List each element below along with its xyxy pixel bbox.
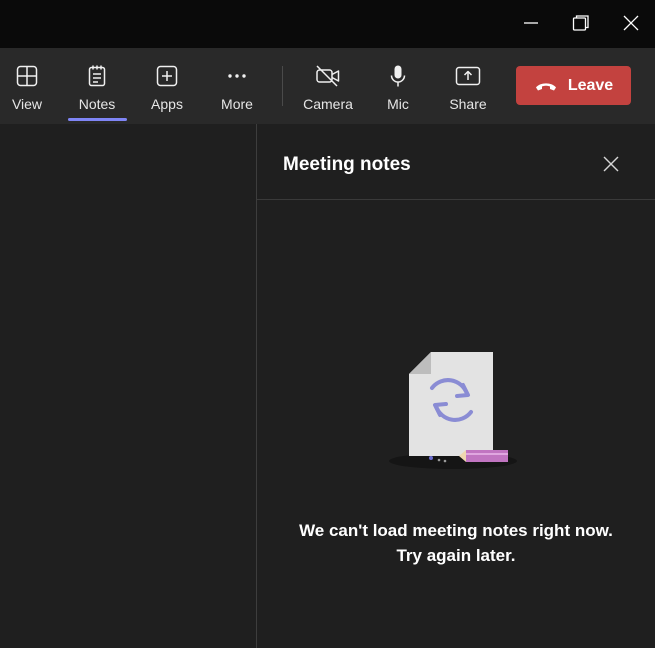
more-icon [228,74,246,78]
panel-title: Meeting notes [283,154,411,175]
phone-hangup-icon [535,82,556,90]
title-bar [0,0,655,48]
restore-icon [572,15,589,31]
meeting-notes-panel: Meeting notes We can't load meeting note… [257,124,655,648]
error-line-1: We can't load meeting notes right now. [299,521,613,540]
leave-button[interactable]: Leave [516,66,631,105]
mic-icon [390,65,406,87]
view-button[interactable]: View [0,48,57,124]
minimize-button[interactable] [506,0,556,46]
panel-header-divider [257,199,655,200]
window-close-button[interactable] [606,0,655,46]
mic-label: Mic [387,96,409,112]
error-message: We can't load meeting notes right now. T… [257,518,655,568]
leave-label: Leave [567,76,614,94]
camera-button[interactable]: Camera [298,48,358,124]
share-icon [455,66,481,86]
notes-icon [88,65,106,87]
close-icon [623,15,639,31]
mic-button[interactable]: Mic [368,48,428,124]
camera-off-icon [316,65,340,87]
grid-view-icon [16,65,38,87]
share-label: Share [449,96,487,112]
toolbar-divider [282,66,283,106]
view-label: View [11,96,43,112]
restore-button[interactable] [556,0,606,46]
document-refresh-icon [389,352,517,469]
meeting-stage [0,124,256,648]
minimize-icon [524,22,538,24]
camera-label: Camera [303,96,353,112]
apps-label: Apps [151,96,183,112]
notes-label: Notes [78,96,116,112]
meeting-toolbar: View Notes Apps More Camera Mic Share Le… [0,48,655,124]
close-icon [603,156,619,172]
error-line-2: Try again later. [396,546,516,565]
share-button[interactable]: Share [438,48,498,124]
add-app-icon [156,65,178,87]
active-tab-indicator [68,118,127,121]
more-label: More [221,96,253,112]
apps-button[interactable]: Apps [137,48,197,124]
more-button[interactable]: More [207,48,267,124]
notes-button[interactable]: Notes [67,48,127,124]
panel-close-button[interactable] [597,152,625,176]
